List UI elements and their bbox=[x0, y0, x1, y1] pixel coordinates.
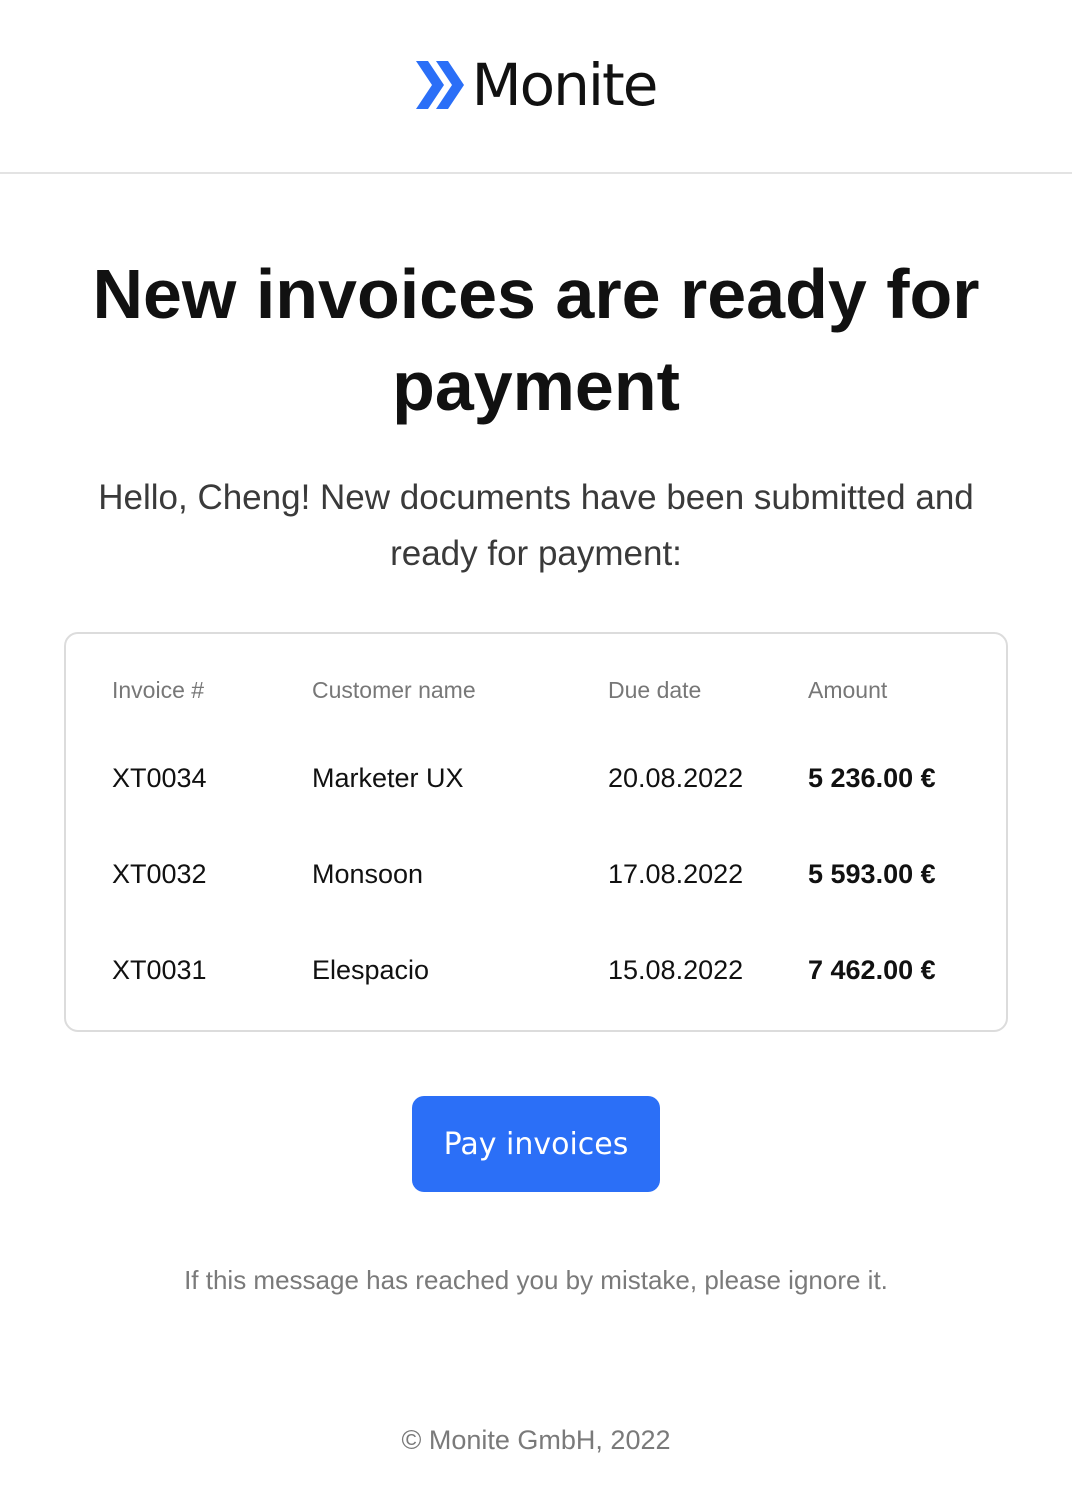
invoice-number: XT0032 bbox=[112, 859, 207, 889]
due-date: 17.08.2022 bbox=[608, 859, 744, 889]
invoice-number: XT0034 bbox=[112, 763, 207, 793]
table-row: XT0032 Monsoon 17.08.2022 5 593.00 € bbox=[66, 854, 1006, 894]
email-header: Monite bbox=[0, 0, 1072, 174]
due-date: 20.08.2022 bbox=[608, 763, 744, 793]
double-chevron-right-icon bbox=[415, 61, 464, 109]
amount: 5 593.00 € bbox=[808, 859, 936, 889]
table-header-row: Invoice # Customer name Due date Amount bbox=[66, 670, 1006, 710]
amount: 5 236.00 € bbox=[808, 763, 936, 793]
customer-name: Elespacio bbox=[312, 955, 430, 985]
email-title: New invoices are ready for payment bbox=[92, 255, 980, 425]
customer-name: Marketer UX bbox=[312, 763, 464, 793]
invoice-number: XT0031 bbox=[112, 955, 207, 985]
mistake-notice: If this message has reached you by mista… bbox=[184, 1265, 888, 1295]
brand-name: Monite bbox=[471, 51, 659, 119]
pay-invoices-button[interactable]: Pay invoices bbox=[412, 1096, 660, 1192]
due-date: 15.08.2022 bbox=[608, 955, 744, 985]
amount: 7 462.00 € bbox=[808, 955, 936, 985]
monite-logo: Monite bbox=[415, 51, 659, 119]
intro-text: Hello, Cheng! New documents have been su… bbox=[98, 478, 974, 573]
column-header-invoice: Invoice # bbox=[112, 677, 205, 703]
customer-name: Monsoon bbox=[312, 859, 424, 889]
copyright-footer: © Monite GmbH, 2022 bbox=[401, 1425, 671, 1455]
column-header-amount: Amount bbox=[808, 677, 888, 703]
table-row: XT0034 Marketer UX 20.08.2022 5 236.00 € bbox=[66, 758, 1006, 798]
column-header-due-date: Due date bbox=[608, 677, 702, 703]
column-header-customer: Customer name bbox=[312, 677, 476, 703]
table-row: XT0031 Elespacio 15.08.2022 7 462.00 € bbox=[66, 950, 1006, 990]
invoice-table: Invoice # Customer name Due date Amount … bbox=[64, 632, 1008, 1032]
